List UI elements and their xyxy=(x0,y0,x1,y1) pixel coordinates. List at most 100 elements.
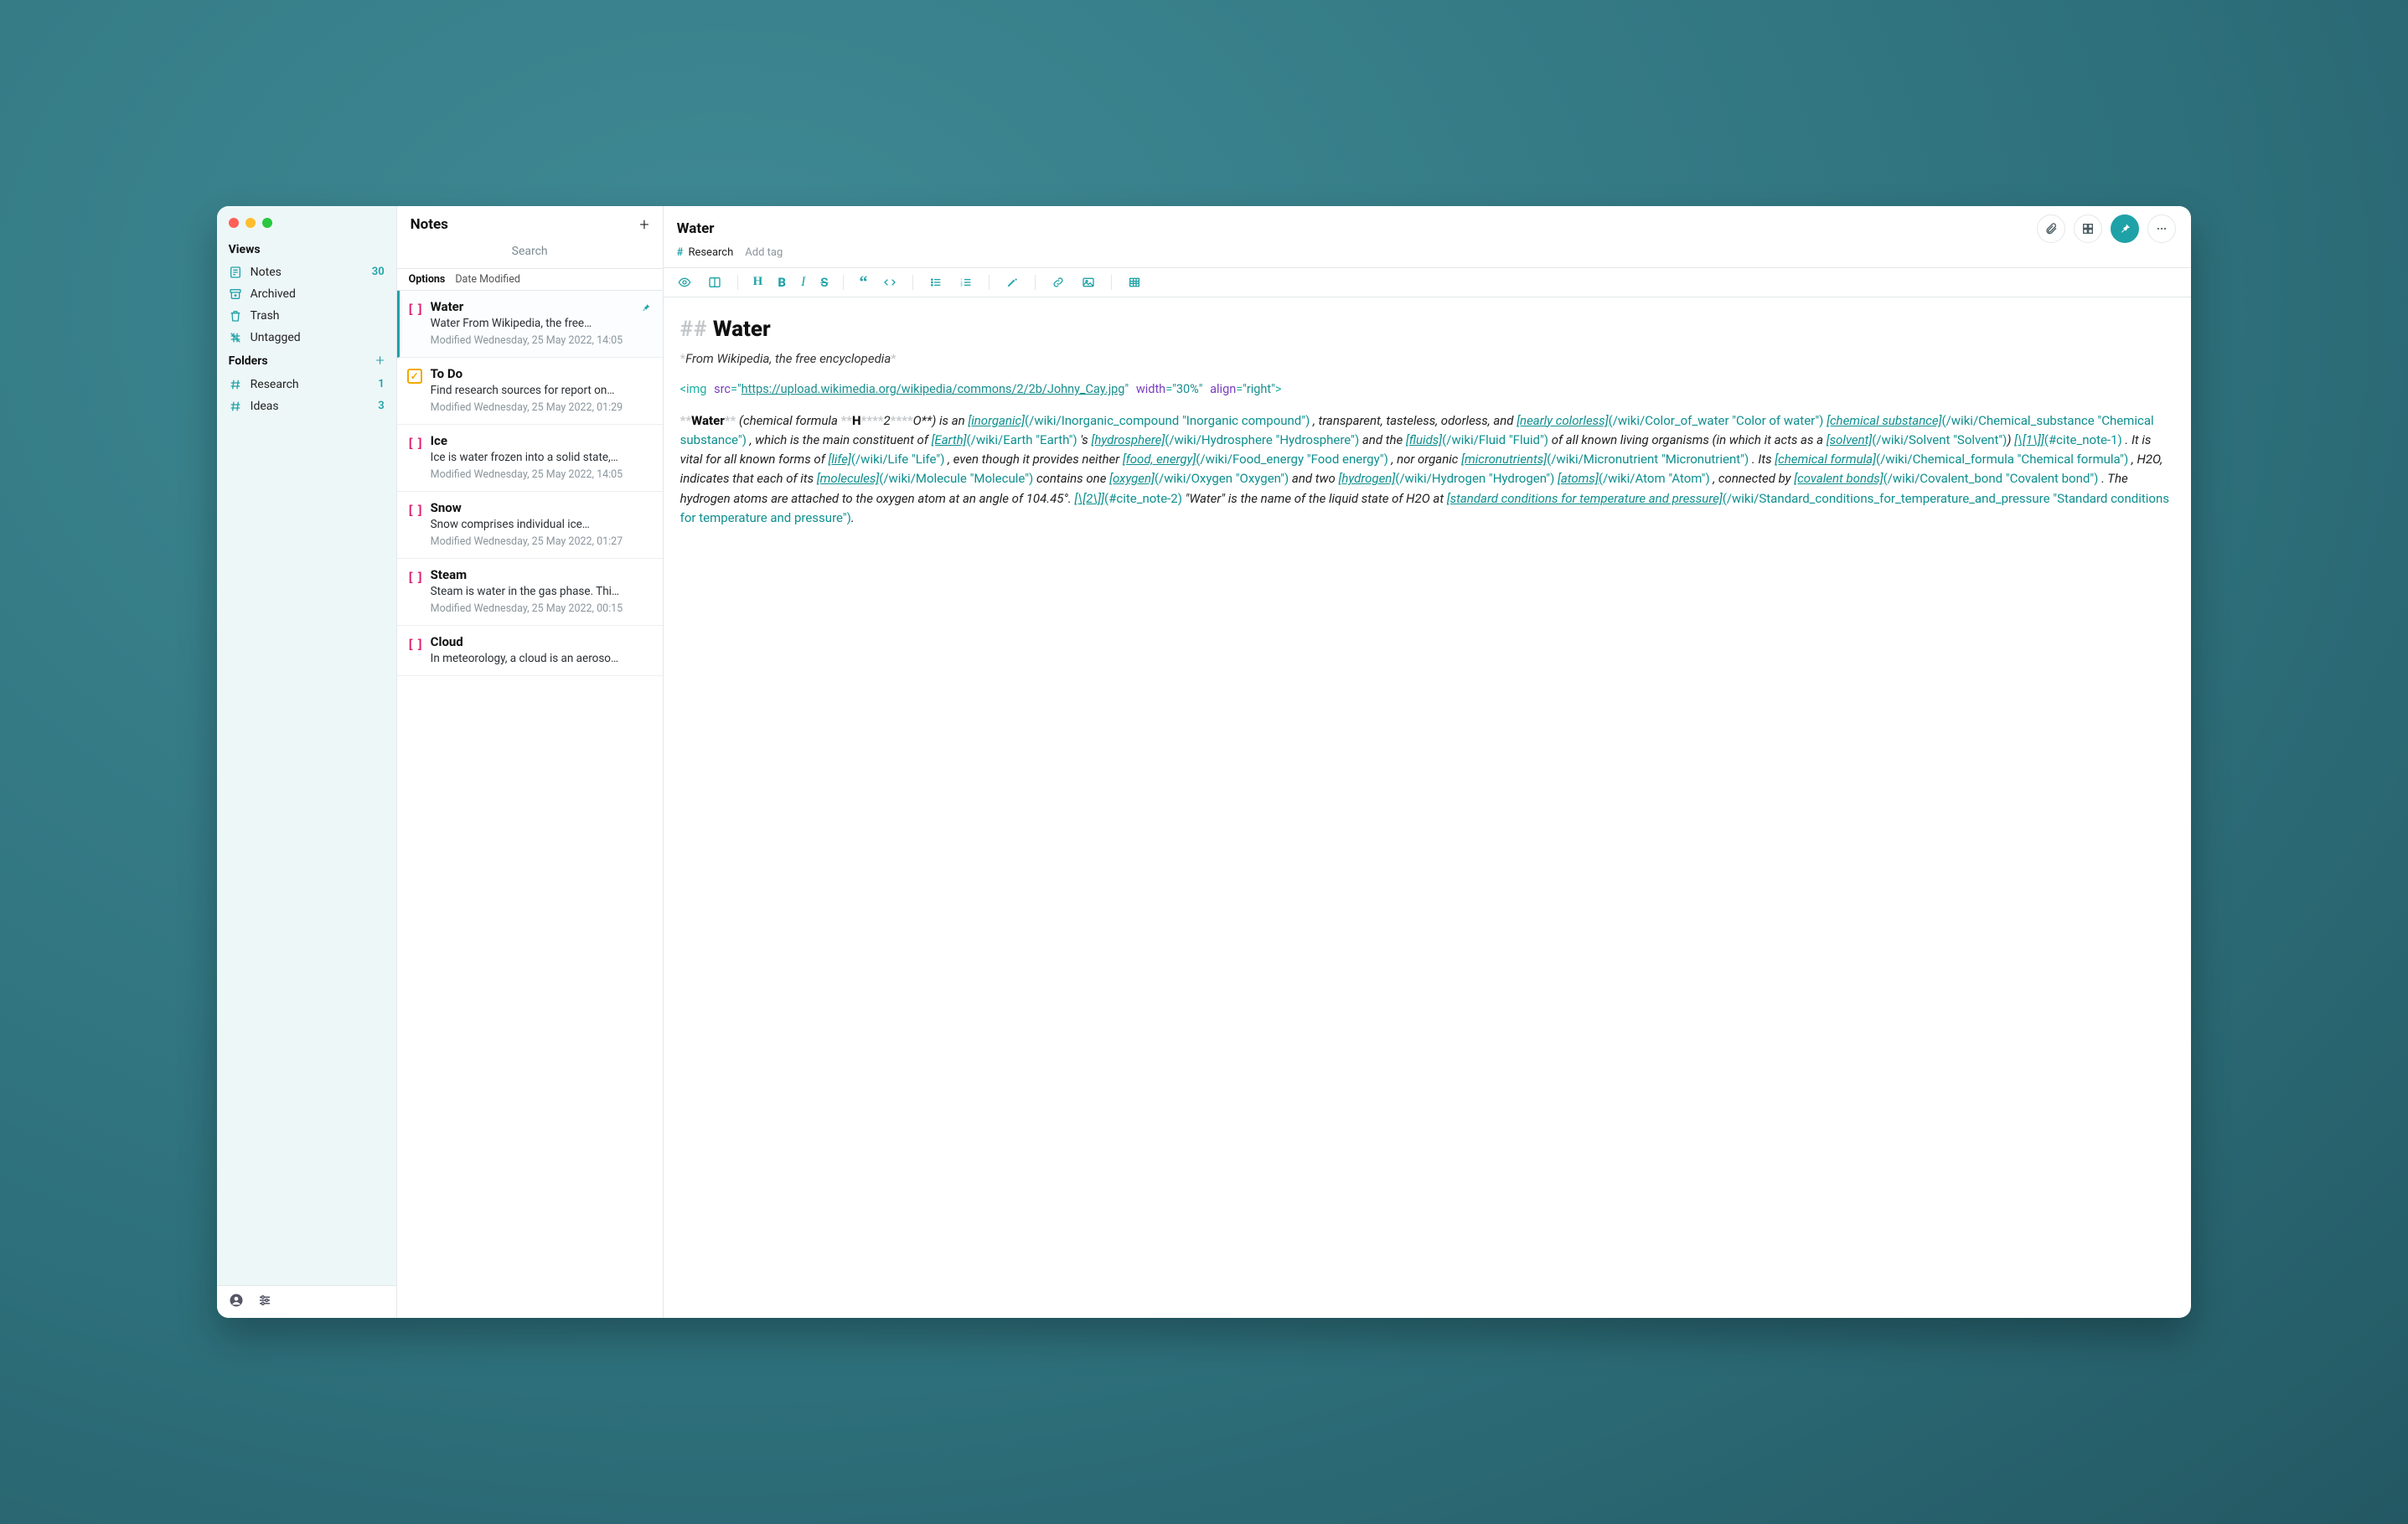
layout-button[interactable] xyxy=(2074,214,2102,243)
pin-button[interactable] xyxy=(2111,214,2139,243)
editor-title: Water xyxy=(677,220,715,237)
link-atoms[interactable]: [atoms] xyxy=(1558,471,1599,486)
note-tag-research[interactable]: #Research xyxy=(677,246,734,259)
new-note-button[interactable]: + xyxy=(639,214,649,235)
note-title: Cloud xyxy=(431,634,649,649)
attachment-button[interactable] xyxy=(2037,214,2065,243)
list-options-button[interactable]: Options xyxy=(409,273,446,286)
sidebar-folder-ideas[interactable]: Ideas 3 xyxy=(217,395,396,417)
link-life[interactable]: [life] xyxy=(828,452,850,467)
link-molecules[interactable]: [molecules] xyxy=(817,471,879,486)
pin-icon xyxy=(640,301,651,317)
md-img-tag: <img src="https://upload.wikimedia.org/w… xyxy=(680,380,2175,399)
bold-button[interactable]: B xyxy=(778,275,786,290)
note-item[interactable]: [] Steam Steam is water in the gas phase. … xyxy=(397,559,663,626)
note-item[interactable]: [] Snow Snow comprises individual ice… Modi… xyxy=(397,492,663,559)
sidebar-item-label: Notes xyxy=(251,266,364,279)
link-micronutrients[interactable]: [micronutrients] xyxy=(1461,452,1547,467)
strikethrough-button[interactable]: S xyxy=(820,275,828,290)
editor-content[interactable]: ## Water *From Wikipedia, the free encyc… xyxy=(664,297,2192,1319)
quote-button[interactable]: “ xyxy=(859,275,867,290)
note-meta: Modified Wednesday, 25 May 2022, 01:29 xyxy=(431,401,649,414)
link-solvent[interactable]: [solvent] xyxy=(1827,432,1873,447)
sidebar-folder-research[interactable]: Research 1 xyxy=(217,374,396,395)
code-button[interactable] xyxy=(882,275,897,290)
link-inorganic[interactable]: [inorganic] xyxy=(968,413,1025,428)
sidebar-view-untagged[interactable]: Untagged xyxy=(217,327,396,349)
note-preview: Ice is water frozen into a solid state,… xyxy=(431,451,649,464)
account-icon[interactable] xyxy=(229,1293,244,1311)
link-stp[interactable]: [standard conditions for temperature and… xyxy=(1447,491,1723,506)
note-preview: Water From Wikipedia, the free… xyxy=(431,317,649,330)
editor-pane: Water #Research Add tag H B I S xyxy=(664,206,2192,1319)
trash-icon xyxy=(229,309,242,323)
preview-toggle-button[interactable] xyxy=(677,275,692,290)
link-fluids[interactable]: [fluids] xyxy=(1406,432,1442,447)
brackets-icon: [] xyxy=(407,503,426,518)
minimize-window-button[interactable] xyxy=(245,218,256,228)
note-title: Steam xyxy=(431,567,649,582)
note-preview: Steam is water in the gas phase. Thi… xyxy=(431,585,649,598)
hash-icon xyxy=(229,378,242,391)
bullet-list-button[interactable] xyxy=(928,275,943,290)
note-meta: Modified Wednesday, 25 May 2022, 01:27 xyxy=(431,535,649,548)
close-window-button[interactable] xyxy=(229,218,239,228)
views-heading: Views xyxy=(217,238,396,261)
link-button[interactable] xyxy=(1051,275,1066,290)
maximize-window-button[interactable] xyxy=(262,218,272,228)
sidebar-view-trash[interactable]: Trash xyxy=(217,305,396,327)
link-colorless[interactable]: [nearly colorless] xyxy=(1517,413,1608,428)
numbered-list-button[interactable]: 123 xyxy=(959,275,974,290)
link-chemical-formula[interactable]: [chemical formula] xyxy=(1775,452,1876,467)
highlight-button[interactable] xyxy=(1005,275,1020,290)
note-title: Ice xyxy=(431,433,649,448)
heading-button[interactable]: H xyxy=(753,275,763,290)
split-view-button[interactable] xyxy=(707,275,722,290)
note-title: Snow xyxy=(431,500,649,515)
sidebar-item-label: Ideas xyxy=(251,400,370,413)
link-cite1[interactable]: [\[1\]] xyxy=(2014,432,2044,447)
archive-icon xyxy=(229,287,242,301)
note-item[interactable]: []CloudIn meteorology, a cloud is an aer… xyxy=(397,626,663,676)
note-preview: Find research sources for report on… xyxy=(431,384,649,397)
italic-button[interactable]: I xyxy=(801,275,805,290)
image-button[interactable] xyxy=(1081,275,1096,290)
list-sort-button[interactable]: Date Modified xyxy=(455,273,520,286)
window-controls xyxy=(217,214,396,238)
sidebar-item-label: Research xyxy=(251,378,370,391)
link-chemical-substance[interactable]: [chemical substance] xyxy=(1827,413,1941,428)
note-meta: Modified Wednesday, 25 May 2022, 14:05 xyxy=(431,468,649,481)
table-button[interactable] xyxy=(1127,275,1142,290)
editor-toolbar: H B I S “ 123 xyxy=(664,267,2192,297)
sidebar-view-archived[interactable]: Archived xyxy=(217,283,396,305)
link-hydrogen[interactable]: [hydrogen] xyxy=(1338,471,1395,486)
note-item[interactable]: To Do Find research sources for report on… xyxy=(397,358,663,425)
link-oxygen[interactable]: [oxygen] xyxy=(1109,471,1155,486)
note-title: Water xyxy=(431,299,649,314)
add-tag-button[interactable]: Add tag xyxy=(745,246,783,259)
note-preview: Snow comprises individual ice… xyxy=(431,518,649,531)
sidebar-item-count: 3 xyxy=(378,400,384,412)
doc-heading: Water xyxy=(713,317,771,342)
search-input[interactable]: Search xyxy=(397,238,663,268)
doc-subtitle: From Wikipedia, the free encyclopedia xyxy=(685,351,891,366)
settings-icon[interactable] xyxy=(257,1293,272,1311)
note-item[interactable]: []IceIce is water frozen into a solid st… xyxy=(397,425,663,492)
sidebar-item-count: 30 xyxy=(372,266,385,278)
sidebar-view-notes[interactable]: Notes 30 xyxy=(217,261,396,283)
link-cite2[interactable]: [\[2\]] xyxy=(1074,491,1104,506)
link-food-energy[interactable]: [food, energy] xyxy=(1123,452,1196,467)
note-item[interactable]: []WaterWater From Wikipedia, the free…Mo… xyxy=(397,291,663,358)
note-title: To Do xyxy=(431,366,649,381)
note-preview: In meteorology, a cloud is an aeroso… xyxy=(431,652,649,665)
link-covalent[interactable]: [covalent bonds] xyxy=(1794,471,1883,486)
checkbox-icon xyxy=(407,369,422,384)
add-folder-button[interactable]: + xyxy=(375,354,384,369)
link-earth[interactable]: [Earth] xyxy=(932,432,967,447)
link-hydrosphere[interactable]: [hydrosphere] xyxy=(1091,432,1165,447)
more-button[interactable] xyxy=(2147,214,2176,243)
folders-heading: Folders + xyxy=(217,349,396,374)
brackets-icon: [] xyxy=(407,570,426,585)
md-heading-marker: ## xyxy=(680,317,708,342)
notes-list-pane: Notes + Search Options Date Modified []W… xyxy=(397,206,664,1319)
